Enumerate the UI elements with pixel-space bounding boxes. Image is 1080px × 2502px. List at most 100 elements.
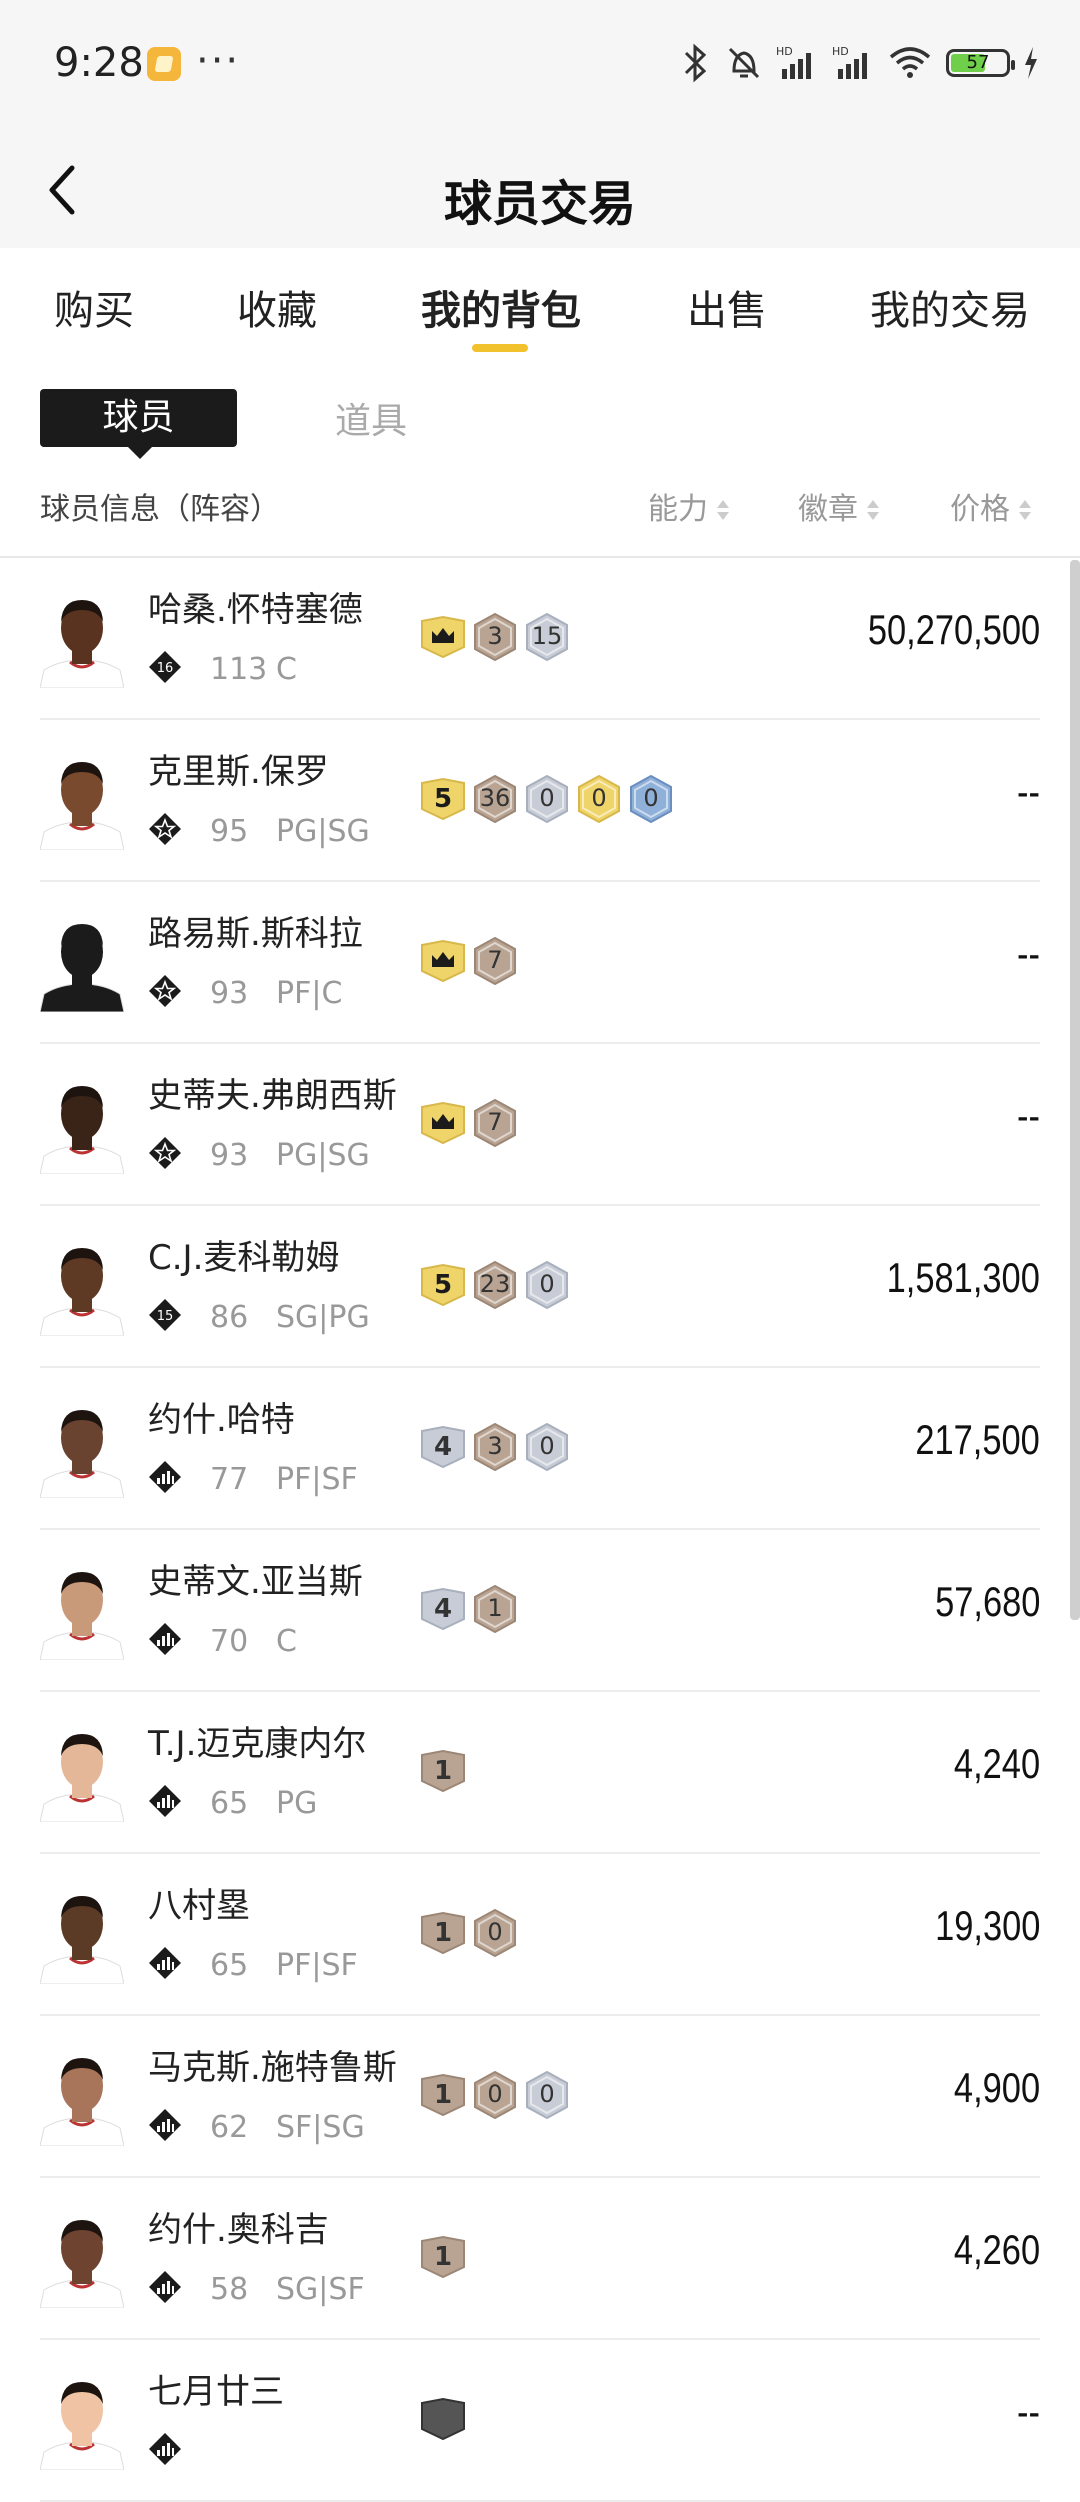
tab-favorites[interactable]: 收藏 (237, 278, 317, 336)
player-row-2[interactable]: 克里斯.保罗 95 PG|SG 5 36 0 0 0 -- (40, 720, 1040, 882)
badge-count: 0 (539, 1432, 555, 1460)
player-avatar (40, 2382, 124, 2470)
level-badge: 1 (420, 2073, 466, 2117)
column-header: 球员信息（阵容） 能力 徽章 价格 (0, 470, 1080, 558)
player-row-8[interactable]: T.J.迈克康内尔 65 PG 1 4,240 (40, 1692, 1040, 1854)
player-rating: 93 (210, 1138, 249, 1173)
player-avatar (40, 924, 124, 1012)
player-name: 路易斯.斯科拉 (148, 914, 363, 954)
player-avatar (40, 600, 124, 688)
column-player-info: 球员信息（阵容） (40, 492, 280, 527)
sort-arrows-icon (716, 498, 730, 524)
subtab-players[interactable]: 球员 (40, 389, 237, 459)
player-name: 约什.奥科吉 (148, 2210, 329, 2250)
sort-arrows-icon (1018, 498, 1032, 524)
player-name: 史蒂夫.弗朗西斯 (148, 1076, 397, 1116)
player-position: PG (276, 1786, 318, 1821)
tab-my-trades[interactable]: 我的交易 (870, 278, 1030, 336)
player-row-5[interactable]: C.J.麦科勒姆 15 86 SG|PG 5 23 0 1,581,300 (40, 1206, 1040, 1368)
player-row-9[interactable]: 八村塁 65 PF|SF 10 19,300 (40, 1854, 1040, 2016)
tier-icon (149, 1785, 181, 1817)
sort-badge-label: 徽章 (798, 492, 858, 527)
player-row-4[interactable]: 史蒂夫.弗朗西斯 93 PG|SG 7 -- (40, 1044, 1040, 1206)
sort-badge[interactable]: 徽章 (798, 484, 880, 528)
player-position: PF|SF (276, 1462, 358, 1497)
badge-count: 3 (487, 1432, 503, 1460)
badge-count: 5 (433, 1270, 453, 1300)
silver-badge-count: 15 (524, 612, 570, 662)
badge-count: 15 (531, 622, 563, 650)
player-position: C (276, 652, 297, 687)
player-row-3[interactable]: 路易斯.斯科拉 93 PF|C 7 -- (40, 882, 1040, 1044)
level-badge: 5 (420, 777, 466, 821)
badge-group: 10 (420, 1908, 518, 1958)
status-icons: HD HD 57 (678, 38, 1040, 88)
subtab-items[interactable]: 道具 (335, 392, 407, 444)
sort-price[interactable]: 价格 (950, 484, 1032, 528)
player-row-11[interactable]: 约什.奥科吉 58 SG|SF 1 4,260 (40, 2178, 1040, 2340)
player-avatar (40, 1086, 124, 1174)
level-badge: 4 (420, 1425, 466, 1469)
player-position: PF|SF (276, 1948, 358, 1983)
player-row-7[interactable]: 史蒂文.亚当斯 70 C 41 57,680 (40, 1530, 1040, 1692)
battery-level: 57 (966, 52, 990, 73)
player-rating: 65 (210, 1786, 249, 1821)
badge-count: 1 (433, 2242, 453, 2272)
bronze-badge-count: 0 (472, 1908, 518, 1958)
player-row-1[interactable]: 哈桑.怀特塞德 16 113 C 3 15 50,270,500 (40, 558, 1040, 720)
silver-badge-count: 0 (524, 1422, 570, 1472)
player-name: 约什.哈特 (148, 1400, 295, 1440)
player-row-10[interactable]: 马克斯.施特鲁斯 62 SF|SG 1 0 0 4,900 (40, 2016, 1040, 2178)
player-row-12[interactable]: 七月廿三 -- (40, 2340, 1040, 2502)
tier-icon (149, 1623, 181, 1655)
tier-icon (149, 1461, 181, 1493)
signal-icon-2: HD (832, 45, 867, 79)
player-price: 217,500 (915, 1416, 1040, 1463)
level-badge: 1 (420, 1911, 466, 1955)
player-price: 50,270,500 (867, 606, 1040, 653)
crown-icon (421, 939, 465, 983)
player-name: 克里斯.保罗 (148, 752, 329, 792)
tab-sell[interactable]: 出售 (687, 278, 767, 336)
badge-count: 0 (539, 784, 555, 812)
badge-count: 23 (479, 1270, 511, 1298)
badge-group: 3 15 (420, 612, 570, 662)
tab-my-backpack[interactable]: 我的背包 (421, 278, 581, 336)
player-avatar (40, 2220, 124, 2308)
level-badge (420, 2397, 466, 2441)
silver-badge-count: 0 (524, 2070, 570, 2120)
tab-buy[interactable]: 购买 (54, 278, 134, 336)
player-name: T.J.迈克康内尔 (148, 1724, 367, 1764)
bronze-badge-count: 3 (472, 612, 518, 662)
silver-badge-count: 0 (524, 774, 570, 824)
player-avatar (40, 1248, 124, 1336)
level-badge: 1 (420, 1749, 466, 1793)
tier-icon: 15 (149, 1299, 181, 1331)
badge-count: 36 (479, 784, 511, 812)
crown-icon (421, 615, 465, 659)
player-row-6[interactable]: 约什.哈特 77 PF|SF 4 3 0 217,500 (40, 1368, 1040, 1530)
bronze-badge-count: 3 (472, 1422, 518, 1472)
bronze-badge-count: 23 (472, 1260, 518, 1310)
player-rating: 113 (210, 652, 268, 687)
tier-icon (149, 1137, 181, 1169)
player-rating: 62 (210, 2110, 249, 2145)
scrollbar[interactable] (1070, 560, 1080, 1620)
crown-badge (420, 615, 466, 659)
notification-app-icon (147, 47, 181, 81)
wifi-icon (889, 47, 931, 78)
player-list: 哈桑.怀特塞德 16 113 C 3 15 50,270,500 克里斯.保罗 9… (0, 558, 1080, 2502)
player-name: 马克斯.施特鲁斯 (148, 2048, 397, 2088)
player-avatar (40, 1896, 124, 1984)
badge-group: 5 23 0 (420, 1260, 570, 1310)
sort-ability[interactable]: 能力 (648, 484, 730, 528)
player-position: SG|SF (276, 2272, 365, 2307)
silver-badge-count: 0 (524, 1260, 570, 1310)
badge-count: 5 (433, 784, 453, 814)
active-tab-indicator (472, 344, 528, 352)
player-rating: 77 (210, 1462, 249, 1497)
tier-icon (149, 2271, 181, 2303)
bronze-badge-count: 7 (472, 936, 518, 986)
svg-text:HD: HD (832, 45, 849, 58)
player-position: SF|SG (276, 2110, 365, 2145)
